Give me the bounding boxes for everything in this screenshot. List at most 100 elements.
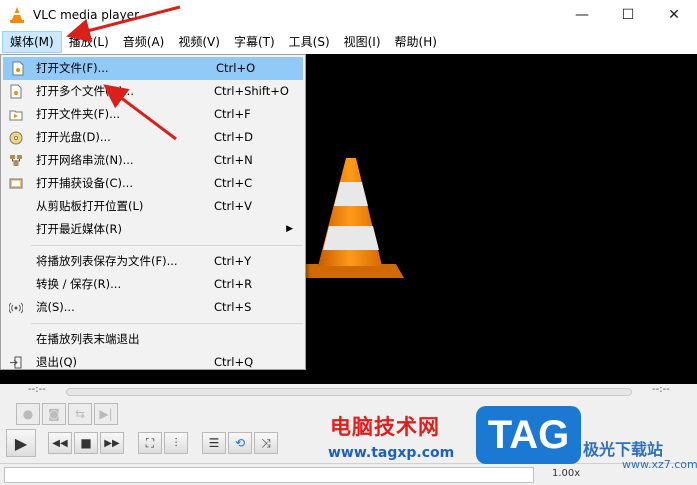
previous-icon: ◀◀ [52, 437, 68, 449]
stop-button[interactable]: ■ [74, 432, 98, 454]
menu-exit-label: 退出(Q) [36, 355, 78, 369]
menu-bar: 媒体(M) 播放(L) 音频(A) 视频(V) 字幕(T) 工具(S) 视图(I… [0, 30, 697, 54]
window-title: VLC media player [33, 8, 140, 22]
menu-audio[interactable]: 音频(A) [116, 31, 172, 53]
menu-save-playlist-shortcut: Ctrl+Y [214, 254, 252, 268]
fullscreen-icon: ⛶ [145, 435, 155, 450]
playlist-icon: ☰ [208, 436, 220, 450]
menu-save-playlist-label: 将播放列表保存为文件(F)... [36, 254, 178, 268]
menu-open-recent[interactable]: 打开最近媒体(R) ▶ [1, 218, 305, 241]
menu-open-folder-shortcut: Ctrl+F [214, 107, 251, 121]
loop-ab-icon: ⇆ [74, 407, 86, 421]
watermark-tag-logo: TAG [476, 406, 581, 464]
menu-open-capture[interactable]: 打开捕获设备(C)... Ctrl+C [1, 172, 305, 195]
menu-open-clipboard[interactable]: 从剪贴板打开位置(L) Ctrl+V [1, 195, 305, 218]
status-text-box [4, 467, 534, 483]
menu-convert-save[interactable]: 转换 / 保存(R)... Ctrl+R [1, 273, 305, 296]
menu-stream[interactable]: 流(S)... Ctrl+S [1, 296, 305, 319]
menu-save-playlist[interactable]: 将播放列表保存为文件(F)... Ctrl+Y [1, 250, 305, 273]
network-icon [10, 155, 22, 166]
stream-icon [9, 302, 23, 314]
stop-icon: ■ [80, 436, 92, 450]
folder-icon [9, 110, 23, 121]
equalizer-icon: ⫶ [174, 435, 178, 450]
menu-open-multiple[interactable]: 打开多个文件(O)... Ctrl+Shift+O [1, 80, 305, 103]
menu-subtitle[interactable]: 字幕(T) [227, 31, 282, 53]
menu-open-folder[interactable]: 打开文件夹(F)... Ctrl+F [1, 103, 305, 126]
playlist-button[interactable]: ☰ [202, 432, 226, 454]
shuffle-icon: ⤨ [261, 435, 271, 450]
exit-icon [10, 356, 22, 369]
next-button[interactable]: ▶▶ [100, 432, 124, 454]
previous-button[interactable]: ◀◀ [48, 432, 72, 454]
record-button[interactable]: ● [16, 403, 40, 425]
frame-step-icon: ▶| [99, 407, 113, 421]
watermark-site: 极光下载站 [583, 440, 664, 459]
watermark-site-url: www.xz7.com [622, 458, 697, 471]
menu-media[interactable]: 媒体(M) [2, 31, 62, 53]
menu-open-recent-label: 打开最近媒体(R) [36, 222, 122, 236]
menu-open-folder-label: 打开文件夹(F)... [36, 107, 121, 121]
menu-tools[interactable]: 工具(S) [282, 31, 337, 53]
menu-stream-shortcut: Ctrl+S [214, 300, 252, 314]
disc-icon [9, 131, 23, 145]
menu-open-file[interactable]: 打开文件(F)... Ctrl+O [3, 57, 303, 80]
remaining-time: --:-- [652, 384, 670, 395]
menu-open-network[interactable]: 打开网络串流(N)... Ctrl+N [1, 149, 305, 172]
menu-view[interactable]: 视图(I) [337, 31, 388, 53]
seek-slider[interactable] [66, 388, 632, 396]
menu-open-network-shortcut: Ctrl+N [214, 153, 253, 167]
menu-open-file-shortcut: Ctrl+O [216, 61, 256, 75]
loop-icon: ⟲ [234, 436, 246, 450]
watermark-cn: 电脑技术网 [330, 415, 440, 439]
next-icon: ▶▶ [104, 437, 120, 449]
menu-exit[interactable]: 退出(Q) Ctrl+Q [1, 351, 305, 374]
title-bar: VLC media player — ☐ ✕ [0, 0, 697, 30]
menu-separator [31, 323, 303, 324]
menu-open-multiple-shortcut: Ctrl+Shift+O [214, 84, 289, 98]
watermark-url: www.tagxp.com [328, 445, 455, 461]
snapshot-button[interactable]: ◙ [42, 403, 66, 425]
menu-open-clipboard-shortcut: Ctrl+V [214, 199, 252, 213]
menu-open-capture-label: 打开捕获设备(C)... [36, 176, 133, 190]
files-icon [10, 84, 22, 99]
shuffle-button[interactable]: ⤨ [254, 432, 278, 454]
menu-open-disc-shortcut: Ctrl+D [214, 130, 253, 144]
frame-step-button[interactable]: ▶| [94, 403, 118, 425]
playback-speed[interactable]: 1.00x [552, 468, 580, 479]
file-icon [12, 61, 24, 76]
seek-bar: --:-- --:-- [0, 384, 697, 400]
menu-quit-at-end[interactable]: 在播放列表末端退出 [1, 328, 305, 351]
status-bar: 1.00x [0, 463, 697, 485]
elapsed-time: --:-- [28, 384, 46, 395]
menu-open-file-label: 打开文件(F)... [36, 61, 109, 75]
menu-convert-save-label: 转换 / 保存(R)... [36, 277, 122, 291]
menu-video[interactable]: 视频(V) [171, 31, 227, 53]
vlc-cone-icon [10, 7, 24, 23]
menu-stream-label: 流(S)... [36, 300, 75, 314]
camera-icon: ◙ [48, 407, 60, 421]
media-menu-dropdown: 打开文件(F)... Ctrl+O 打开多个文件(O)... Ctrl+Shif… [0, 54, 306, 370]
menu-open-capture-shortcut: Ctrl+C [214, 176, 253, 190]
menu-convert-save-shortcut: Ctrl+R [214, 277, 253, 291]
menu-exit-shortcut: Ctrl+Q [214, 355, 254, 369]
menu-open-disc[interactable]: 打开光盘(D)... Ctrl+D [1, 126, 305, 149]
extended-settings-button[interactable]: ⫶ [164, 432, 188, 454]
submenu-arrow-icon: ▶ [286, 224, 293, 234]
menu-playback[interactable]: 播放(L) [62, 31, 116, 53]
vlc-logo-icon [296, 158, 404, 278]
fullscreen-button[interactable]: ⛶ [138, 432, 162, 454]
play-button[interactable]: ▶ [6, 429, 36, 457]
maximize-button[interactable]: ☐ [605, 0, 651, 30]
play-icon: ▶ [14, 433, 28, 453]
menu-separator [31, 245, 303, 246]
menu-open-network-label: 打开网络串流(N)... [36, 153, 134, 167]
loop-ab-button[interactable]: ⇆ [68, 403, 92, 425]
menu-open-clipboard-label: 从剪贴板打开位置(L) [36, 199, 144, 213]
menu-help[interactable]: 帮助(H) [388, 31, 444, 53]
record-icon: ● [22, 407, 34, 421]
close-button[interactable]: ✕ [651, 0, 697, 30]
menu-open-disc-label: 打开光盘(D)... [36, 130, 111, 144]
loop-button[interactable]: ⟲ [228, 432, 252, 454]
minimize-button[interactable]: — [559, 0, 605, 30]
